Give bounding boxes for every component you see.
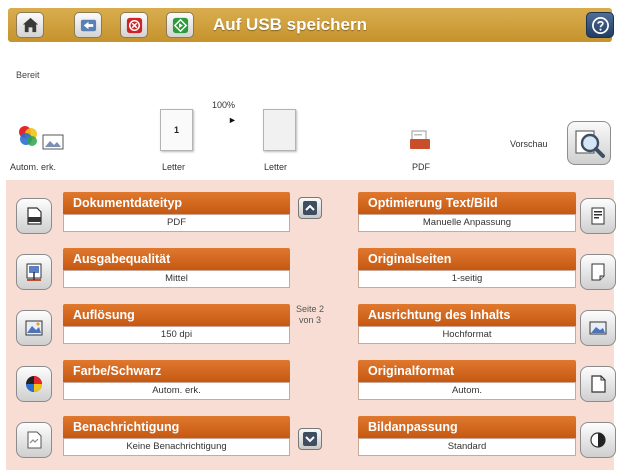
option-original-size[interactable]: Originalformat Autom. [358, 360, 618, 408]
home-icon [22, 17, 39, 33]
option-value: Autom. erk. [63, 382, 290, 400]
option-value: Autom. [358, 382, 576, 400]
option-image-adjustment[interactable]: Bildanpassung Standard [358, 416, 618, 464]
scroll-up-button[interactable] [298, 197, 322, 219]
scroll-down-button[interactable] [298, 428, 322, 450]
image-adjustment-icon [580, 422, 616, 458]
help-icon [592, 17, 609, 34]
zoom-level: 100% [212, 100, 236, 110]
option-resolution[interactable]: Auflösung 150 dpi [16, 304, 290, 352]
page-title: Auf USB speichern [213, 15, 367, 34]
option-title: Bildanpassung [358, 416, 576, 438]
document-type-icon [16, 198, 52, 234]
cancel-button[interactable] [120, 12, 148, 38]
magnifier-icon [575, 130, 605, 158]
scan-preview-area: Bereit Autom. erk. 100% ► 1 Letter Lette… [0, 46, 620, 178]
page-thumbnail-2[interactable] [263, 109, 296, 151]
chevron-up-icon [303, 201, 317, 215]
color-mode-icon [19, 126, 37, 146]
option-content-orientation[interactable]: Ausrichtung des Inhalts Hochformat [358, 304, 618, 352]
page-indicator: Seite 2 von 3 [292, 304, 328, 326]
arrow-right-icon: ► [228, 115, 237, 125]
chevron-down-icon [303, 432, 317, 446]
color-mode-label: Autom. erk. [10, 162, 57, 172]
help-button[interactable] [586, 12, 614, 38]
option-optimize-text-image[interactable]: Optimierung Text/Bild Manuelle Anpassung [358, 192, 618, 240]
start-icon [172, 17, 189, 34]
preview-button[interactable] [567, 121, 611, 165]
option-value: Manuelle Anpassung [358, 214, 576, 232]
option-value: 150 dpi [63, 326, 290, 344]
option-value: Hochformat [358, 326, 576, 344]
scanned-image-icon [42, 134, 64, 150]
option-notification[interactable]: Benachrichtigung Keine Benachrichtigung [16, 416, 290, 464]
option-title: Originalformat [358, 360, 576, 382]
page-thumbnail-1[interactable]: 1 [160, 109, 193, 151]
optimize-text-image-icon [580, 198, 616, 234]
option-value: 1-seitig [358, 270, 576, 288]
back-button[interactable] [74, 12, 102, 38]
option-value: Mittel [63, 270, 290, 288]
color-black-icon [16, 366, 52, 402]
option-title: Benachrichtigung [63, 416, 290, 438]
page-indicator-current: Seite 2 [295, 304, 325, 314]
back-arrow-icon [80, 19, 97, 32]
output-quality-icon [16, 254, 52, 290]
original-size-icon [580, 366, 616, 402]
content-orientation-icon [580, 310, 616, 346]
option-title: Originalseiten [358, 248, 576, 270]
option-color-black[interactable]: Farbe/Schwarz Autom. erk. [16, 360, 290, 408]
option-title: Farbe/Schwarz [63, 360, 290, 382]
notification-icon [16, 422, 52, 458]
home-button[interactable] [16, 12, 44, 38]
option-value: Keine Benachrichtigung [63, 438, 290, 456]
preview-label: Vorschau [510, 139, 548, 149]
option-value: Standard [358, 438, 576, 456]
option-title: Ausgabequalität [63, 248, 290, 270]
resolution-icon [16, 310, 52, 346]
option-output-quality[interactable]: Ausgabequalität Mittel [16, 248, 290, 296]
stop-icon [126, 17, 143, 34]
option-title: Optimierung Text/Bild [358, 192, 576, 214]
title-bar: Auf USB speichern [8, 8, 614, 42]
status-text: Bereit [16, 70, 40, 80]
file-type-label: PDF [412, 162, 430, 172]
option-value: PDF [63, 214, 290, 232]
page-indicator-total: von 3 [298, 315, 322, 325]
page1-size-label: Letter [162, 162, 186, 172]
option-document-type[interactable]: Dokumentdateityp PDF [16, 192, 290, 240]
original-sides-icon [580, 254, 616, 290]
options-panel: Dokumentdateityp PDF Ausgabequalität Mit… [6, 180, 616, 470]
option-title: Dokumentdateityp [63, 192, 290, 214]
pdf-file-icon [410, 130, 430, 149]
option-original-sides[interactable]: Originalseiten 1-seitig [358, 248, 618, 296]
page2-size-label: Letter [264, 162, 288, 172]
option-title: Ausrichtung des Inhalts [358, 304, 576, 326]
start-button[interactable] [166, 12, 194, 38]
option-title: Auflösung [63, 304, 290, 326]
